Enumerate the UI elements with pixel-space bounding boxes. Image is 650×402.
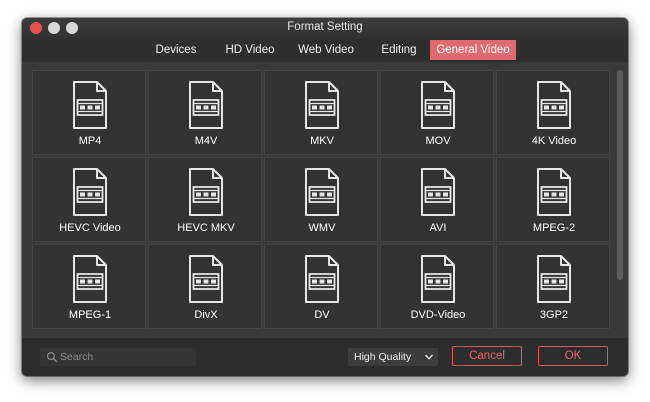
tab-hd-video[interactable]: HD Video bbox=[220, 40, 280, 60]
format-tile[interactable]: MKV bbox=[264, 70, 378, 155]
format-tile[interactable]: 3GP2 bbox=[496, 244, 610, 329]
video-file-icon bbox=[534, 167, 574, 217]
search-icon bbox=[46, 351, 58, 363]
window-title: Format Setting bbox=[287, 21, 363, 33]
format-label: HEVC Video bbox=[59, 222, 121, 234]
video-file-icon bbox=[186, 167, 226, 217]
format-tile[interactable]: AVI bbox=[380, 157, 494, 242]
format-label: MKV bbox=[310, 135, 334, 147]
video-file-icon bbox=[186, 80, 226, 130]
tab-editing[interactable]: Editing bbox=[372, 40, 426, 60]
format-tile[interactable]: 4K Video bbox=[496, 70, 610, 155]
format-label: AVI bbox=[429, 222, 447, 234]
format-label: DivX bbox=[194, 309, 218, 321]
format-label: 4K Video bbox=[531, 135, 577, 147]
chevron-down-icon bbox=[425, 354, 433, 360]
video-file-icon bbox=[302, 80, 342, 130]
video-file-icon bbox=[418, 167, 458, 217]
format-tile[interactable]: DVD-Video bbox=[380, 244, 494, 329]
format-setting-window: Format Setting Devices HD Video Web Vide… bbox=[22, 18, 628, 376]
format-tile[interactable]: MOV bbox=[380, 70, 494, 155]
format-label: MP4 bbox=[78, 135, 102, 147]
format-label: MPEG-2 bbox=[532, 222, 576, 234]
tab-general-video[interactable]: General Video bbox=[430, 40, 516, 60]
video-file-icon bbox=[302, 254, 342, 304]
format-label: DVD-Video bbox=[410, 309, 466, 321]
video-file-icon bbox=[70, 167, 110, 217]
format-grid: MP4 M4V MKV MOV 4K Video HEVC Video HEVC MKV WM… bbox=[32, 70, 612, 336]
search-box[interactable] bbox=[40, 348, 196, 366]
format-label: M4V bbox=[194, 135, 218, 147]
video-file-icon bbox=[302, 167, 342, 217]
video-file-icon bbox=[70, 80, 110, 130]
format-tile[interactable]: MPEG-2 bbox=[496, 157, 610, 242]
format-label: DV bbox=[314, 309, 330, 321]
video-file-icon bbox=[186, 254, 226, 304]
quality-select-value: High Quality bbox=[354, 351, 412, 363]
quality-select[interactable]: High Quality bbox=[348, 348, 438, 366]
format-label: WMV bbox=[308, 222, 336, 234]
tab-web-video[interactable]: Web Video bbox=[290, 40, 362, 60]
video-file-icon bbox=[534, 254, 574, 304]
format-tile[interactable]: M4V bbox=[148, 70, 262, 155]
format-tile[interactable]: HEVC MKV bbox=[148, 157, 262, 242]
title-bar[interactable]: Format Setting bbox=[22, 18, 628, 38]
tab-devices[interactable]: Devices bbox=[146, 40, 206, 60]
scrollbar[interactable] bbox=[617, 70, 623, 280]
format-tile[interactable]: MP4 bbox=[32, 70, 146, 155]
video-file-icon bbox=[418, 254, 458, 304]
format-tile[interactable]: DV bbox=[264, 244, 378, 329]
footer-bar: High Quality Cancel OK bbox=[22, 338, 628, 376]
search-input[interactable] bbox=[60, 348, 190, 366]
category-tabs: Devices HD Video Web Video Editing Gener… bbox=[22, 38, 628, 62]
ok-button[interactable]: OK bbox=[538, 346, 608, 366]
format-tile[interactable]: DivX bbox=[148, 244, 262, 329]
format-label: HEVC MKV bbox=[177, 222, 235, 234]
format-label: MPEG-1 bbox=[68, 309, 112, 321]
format-label: 3GP2 bbox=[539, 309, 569, 321]
format-label: MOV bbox=[425, 135, 451, 147]
format-tile[interactable]: HEVC Video bbox=[32, 157, 146, 242]
format-tile[interactable]: WMV bbox=[264, 157, 378, 242]
video-file-icon bbox=[418, 80, 458, 130]
cancel-button[interactable]: Cancel bbox=[452, 346, 522, 366]
video-file-icon bbox=[70, 254, 110, 304]
video-file-icon bbox=[534, 80, 574, 130]
format-tile[interactable]: MPEG-1 bbox=[32, 244, 146, 329]
